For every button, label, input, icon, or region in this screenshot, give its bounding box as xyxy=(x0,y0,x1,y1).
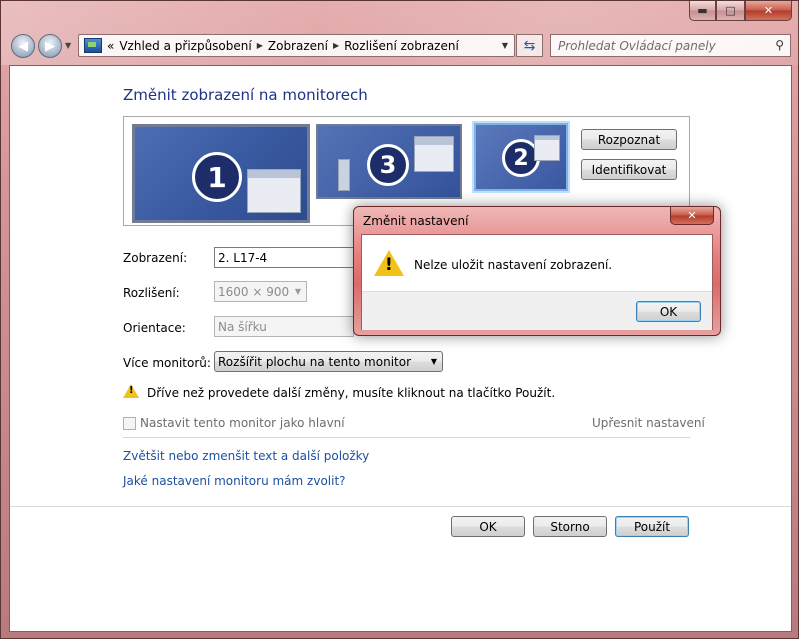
monitor-2-selected[interactable]: 2 xyxy=(474,123,568,191)
breadcrumb-separator-icon[interactable]: ▶ xyxy=(257,41,263,50)
back-button[interactable]: ◀ xyxy=(11,34,35,58)
cancel-button[interactable]: Storno xyxy=(533,516,607,537)
forward-arrow-icon: ▶ xyxy=(45,38,55,54)
orientation-label: Orientace: xyxy=(123,321,186,335)
detect-button[interactable]: Rozpoznat xyxy=(581,129,677,150)
breadcrumb-display[interactable]: Zobrazení xyxy=(268,39,328,53)
breadcrumb-appearance[interactable]: Vzhled a přizpůsobení xyxy=(119,39,251,53)
display-select[interactable]: 2. L17-4 xyxy=(214,247,354,268)
orientation-select[interactable]: Na šířku xyxy=(214,316,354,337)
address-bar[interactable]: « Vzhled a přizpůsobení ▶ Zobrazení ▶ Ro… xyxy=(78,34,515,57)
orientation-value: Na šířku xyxy=(218,320,267,334)
apply-warning-text: Dříve než provedete další změny, musíte … xyxy=(147,386,556,400)
monitor-number: 1 xyxy=(192,152,242,202)
dialog-close-button[interactable]: ✕ xyxy=(670,207,714,225)
ok-button[interactable]: OK xyxy=(451,516,525,537)
control-panel-icon xyxy=(84,38,102,53)
dialog-title: Změnit nastavení xyxy=(363,214,469,228)
main-monitor-checkbox[interactable] xyxy=(123,417,136,430)
dialog-ok-button[interactable]: OK xyxy=(636,301,701,322)
sidebar-thumbnail-icon xyxy=(338,159,350,191)
search-icon[interactable]: ⚲ xyxy=(775,38,784,52)
monitor-number: 3 xyxy=(367,144,409,186)
address-overflow[interactable]: « xyxy=(107,39,114,53)
display-label: Zobrazení: xyxy=(123,251,188,265)
chevron-down-icon: ▼ xyxy=(430,357,437,366)
minimize-button[interactable]: ▬ xyxy=(689,1,716,21)
monitor-1[interactable]: 1 xyxy=(132,124,310,223)
resolution-select[interactable]: 1600 × 900 ▼ xyxy=(214,281,307,302)
address-dropdown-icon[interactable]: ▼ xyxy=(502,41,508,50)
divider xyxy=(123,437,690,438)
window-frame: ▬ □ ✕ ◀ ▶ ▼ « Vzhled a přizpůsobení ▶ Zo… xyxy=(0,0,799,639)
multiple-displays-value: Rozšířit plochu na tento monitor xyxy=(218,355,412,369)
warning-icon xyxy=(374,250,404,276)
error-dialog: Změnit nastavení ✕ Nelze uložit nastaven… xyxy=(353,206,721,336)
window-thumbnail-icon xyxy=(534,135,560,161)
which-settings-link[interactable]: Jaké nastavení monitoru mám zvolit? xyxy=(123,474,346,488)
monitor-3[interactable]: 3 xyxy=(316,124,462,199)
page-title: Změnit zobrazení na monitorech xyxy=(123,86,368,104)
forward-button[interactable]: ▶ xyxy=(38,34,62,58)
back-arrow-icon: ◀ xyxy=(18,38,28,54)
refresh-button[interactable]: ⇆ xyxy=(516,34,543,57)
apply-button[interactable]: Použít xyxy=(615,516,689,537)
display-value: 2. L17-4 xyxy=(218,251,268,265)
breadcrumb-screen-resolution[interactable]: Rozlišení zobrazení xyxy=(344,39,459,53)
search-input[interactable]: Prohledat Ovládací panely ⚲ xyxy=(550,34,791,57)
refresh-icon: ⇆ xyxy=(523,37,536,54)
window-thumbnail-icon xyxy=(247,169,301,213)
text-size-link[interactable]: Zvětšit nebo zmenšit text a další položk… xyxy=(123,449,369,463)
maximize-button[interactable]: □ xyxy=(716,1,745,21)
dialog-footer: OK xyxy=(362,291,712,330)
advanced-settings-link[interactable]: Upřesnit nastavení xyxy=(592,416,705,430)
window-thumbnail-icon xyxy=(414,136,454,172)
multiple-displays-select[interactable]: Rozšířit plochu na tento monitor ▼ xyxy=(214,351,443,372)
main-monitor-label: Nastavit tento monitor jako hlavní xyxy=(140,416,345,430)
content-pane: Změnit zobrazení na monitorech 1 3 2 Roz… xyxy=(9,65,792,632)
resolution-value: 1600 × 900 xyxy=(218,285,290,299)
search-placeholder: Prohledat Ovládací panely xyxy=(558,39,716,53)
multiple-displays-label: Více monitorů: xyxy=(123,356,211,370)
warning-icon xyxy=(123,384,139,401)
footer-divider xyxy=(10,506,791,507)
close-button[interactable]: ✕ xyxy=(745,1,792,21)
identify-button[interactable]: Identifikovat xyxy=(581,159,677,180)
recent-pages-dropdown[interactable]: ▼ xyxy=(65,41,71,50)
breadcrumb-separator-icon[interactable]: ▶ xyxy=(333,41,339,50)
dialog-message: Nelze uložit nastavení zobrazení. xyxy=(414,258,613,272)
chevron-down-icon: ▼ xyxy=(294,287,301,296)
caption-buttons: ▬ □ ✕ xyxy=(689,1,792,21)
resolution-label: Rozlišení: xyxy=(123,286,180,300)
dialog-body: Nelze uložit nastavení zobrazení. OK xyxy=(361,234,713,330)
